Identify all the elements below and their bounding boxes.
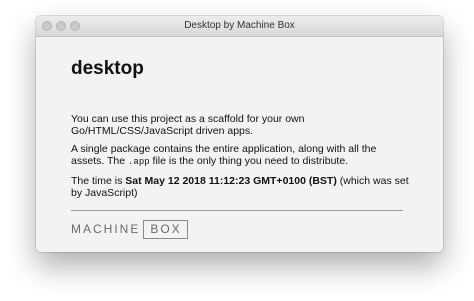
page-heading: desktop (71, 58, 144, 79)
current-time: Sat May 12 2018 11:12:23 GMT+0100 (BST) (125, 175, 337, 187)
app-window: Desktop by Machine Box desktop You can u… (36, 16, 443, 252)
window-title: Desktop by Machine Box (184, 20, 295, 31)
logo-machine-text: MACHINE (71, 222, 141, 236)
time-text-start: The time is (71, 175, 126, 187)
app-content: desktop You can use this project as a sc… (36, 37, 443, 252)
time-paragraph: The time is Sat May 12 2018 11:12:23 GMT… (71, 175, 411, 199)
horizontal-divider (71, 210, 403, 211)
title-bar[interactable]: Desktop by Machine Box (36, 16, 443, 37)
app-file-code: .app (128, 157, 150, 167)
logo-box-text: BOX (143, 220, 188, 239)
machinebox-logo: MACHINE BOX (71, 220, 188, 239)
intro-paragraph: You can use this project as a scaffold f… (71, 113, 305, 137)
package-paragraph: A single package contains the entire app… (71, 143, 411, 168)
package-text-end: file is the only thing you need to distr… (149, 155, 349, 167)
